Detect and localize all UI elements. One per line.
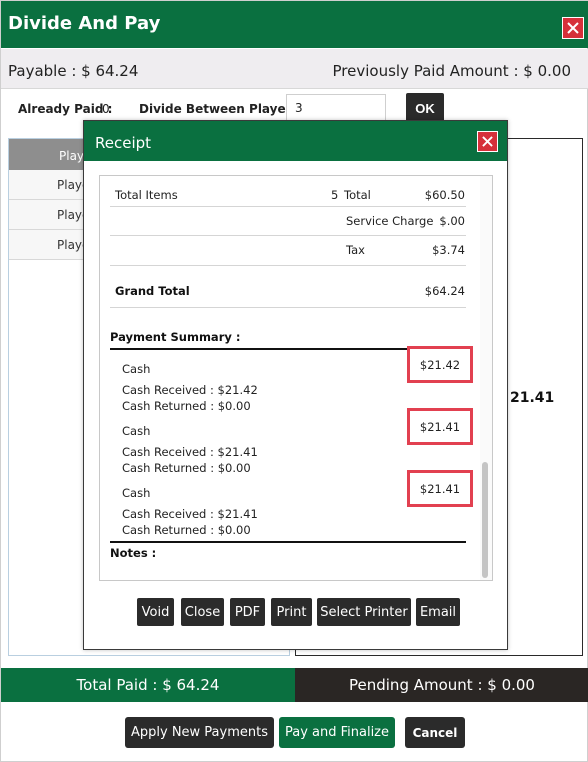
player-row[interactable]: Playe bbox=[9, 170, 89, 200]
service-charge-value: $.00 bbox=[439, 214, 465, 228]
notes-divider bbox=[110, 541, 466, 543]
divider bbox=[110, 265, 466, 266]
divider bbox=[110, 206, 466, 207]
already-paid-label: Already Paid : bbox=[18, 102, 113, 116]
close-icon bbox=[567, 22, 579, 34]
player-column-header: Playe bbox=[9, 139, 91, 170]
select-printer-button[interactable]: Select Printer bbox=[317, 598, 411, 626]
previously-paid-amount: Previously Paid Amount : $ 0.00 bbox=[332, 62, 571, 80]
divide-and-pay-dialog: Divide And Pay Payable : $ 64.24 Previou… bbox=[0, 0, 588, 762]
tax-label: Tax bbox=[346, 243, 365, 257]
dialog-title: Divide And Pay bbox=[8, 13, 161, 34]
player-row[interactable]: Playe bbox=[9, 200, 89, 230]
total-label: Total bbox=[344, 188, 371, 202]
void-button[interactable]: Void bbox=[137, 598, 174, 626]
divide-between-players-label: Divide Between Players : bbox=[139, 102, 308, 116]
total-paid-bar: Total Paid : $ 64.24 bbox=[1, 668, 295, 702]
cash-received: Cash Received : $21.41 bbox=[122, 507, 258, 521]
cash-returned: Cash Returned : $0.00 bbox=[122, 399, 251, 413]
player-row[interactable]: Playe bbox=[9, 230, 89, 260]
divide-players-input[interactable] bbox=[286, 94, 386, 122]
payment-method: Cash bbox=[122, 486, 151, 500]
cash-received: Cash Received : $21.41 bbox=[122, 445, 258, 459]
payment-amount: $21.41 bbox=[407, 408, 473, 445]
receipt-title: Receipt bbox=[95, 134, 152, 152]
payment-summary-label: Payment Summary : bbox=[110, 330, 241, 344]
payment-amount: $21.41 bbox=[407, 470, 473, 507]
email-button[interactable]: Email bbox=[416, 598, 460, 626]
pdf-button[interactable]: PDF bbox=[230, 598, 265, 626]
already-paid-value: 0 bbox=[102, 102, 110, 116]
player-split-amount: 21.41 bbox=[510, 390, 555, 406]
close-button[interactable]: Close bbox=[181, 598, 224, 626]
payment-method: Cash bbox=[122, 362, 151, 376]
cash-returned: Cash Returned : $0.00 bbox=[122, 523, 251, 537]
total-items-value: 5 bbox=[331, 188, 339, 202]
cash-returned: Cash Returned : $0.00 bbox=[122, 461, 251, 475]
payment-method: Cash bbox=[122, 424, 151, 438]
notes-label: Notes : bbox=[110, 546, 157, 560]
grand-total-value: $64.24 bbox=[424, 284, 465, 298]
payable-amount: Payable : $ 64.24 bbox=[8, 62, 139, 80]
close-icon bbox=[482, 136, 493, 147]
payment-amount: $21.42 bbox=[407, 346, 473, 383]
receipt-close-button[interactable] bbox=[477, 131, 498, 152]
print-button[interactable]: Print bbox=[271, 598, 312, 626]
tax-value: $3.74 bbox=[432, 243, 465, 257]
receipt-scrollbar-thumb[interactable] bbox=[482, 462, 488, 578]
cash-received: Cash Received : $21.42 bbox=[122, 383, 258, 397]
total-items-label: Total Items bbox=[115, 188, 178, 202]
receipt-modal: Receipt Total Items 5 Total $60.50 Servi… bbox=[83, 120, 508, 650]
divider bbox=[110, 235, 466, 236]
ok-button[interactable]: OK bbox=[406, 93, 444, 123]
total-value: $60.50 bbox=[424, 188, 465, 202]
service-charge-label: Service Charge bbox=[346, 214, 434, 228]
pay-and-finalize-button[interactable]: Pay and Finalize bbox=[279, 717, 395, 748]
grand-total-label: Grand Total bbox=[115, 284, 190, 298]
cancel-button[interactable]: Cancel bbox=[405, 717, 465, 748]
dialog-close-button[interactable] bbox=[562, 17, 584, 39]
receipt-content[interactable]: Total Items 5 Total $60.50 Service Charg… bbox=[99, 175, 493, 581]
apply-new-payments-button[interactable]: Apply New Payments bbox=[125, 717, 274, 748]
pending-amount-bar: Pending Amount : $ 0.00 bbox=[295, 668, 588, 702]
divider bbox=[110, 307, 466, 308]
